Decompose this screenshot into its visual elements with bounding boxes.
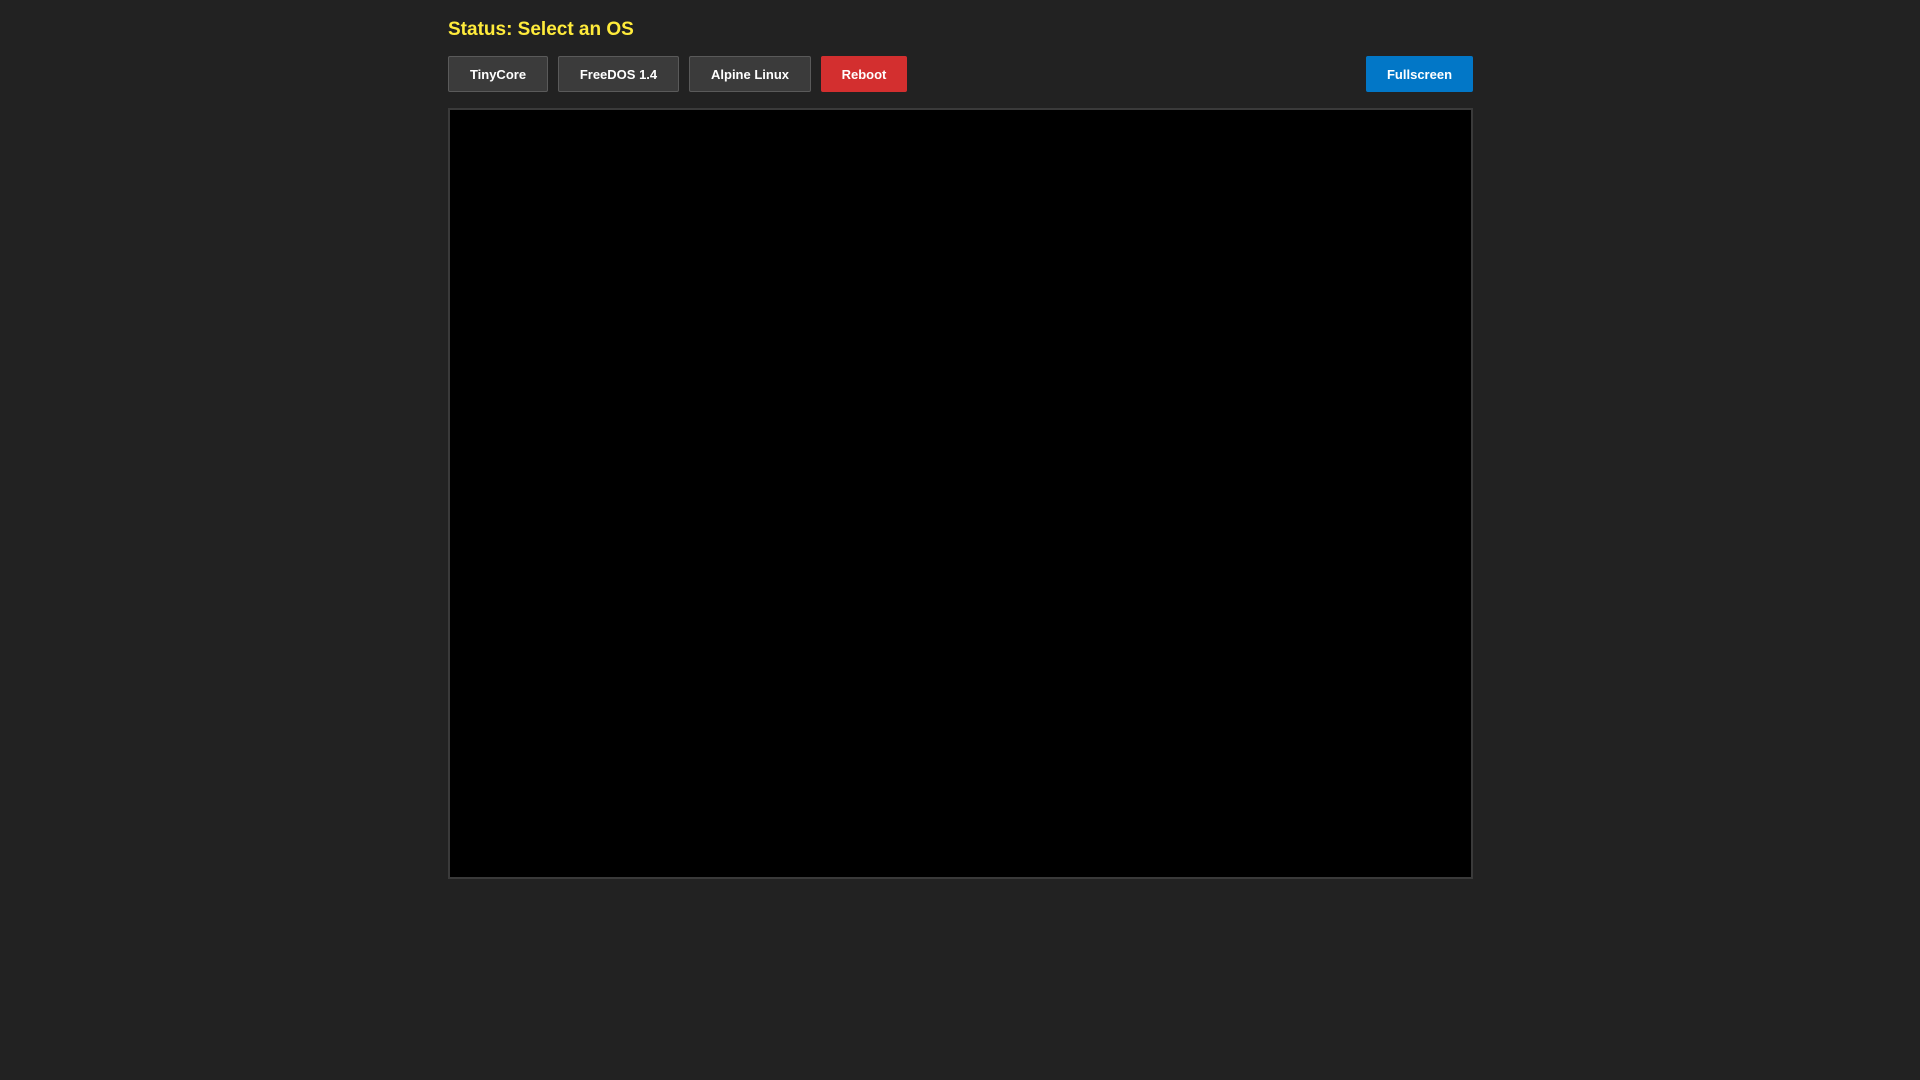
emulator-screen[interactable] xyxy=(448,108,1473,879)
toolbar: TinyCore FreeDOS 1.4 Alpine Linux Reboot… xyxy=(448,56,1473,92)
tinycore-button[interactable]: TinyCore xyxy=(448,56,548,92)
reboot-button[interactable]: Reboot xyxy=(821,56,907,92)
fullscreen-button[interactable]: Fullscreen xyxy=(1366,56,1473,92)
alpine-linux-button[interactable]: Alpine Linux xyxy=(689,56,811,92)
status-text: Status: Select an OS xyxy=(448,19,634,40)
freedos-button[interactable]: FreeDOS 1.4 xyxy=(558,56,679,92)
